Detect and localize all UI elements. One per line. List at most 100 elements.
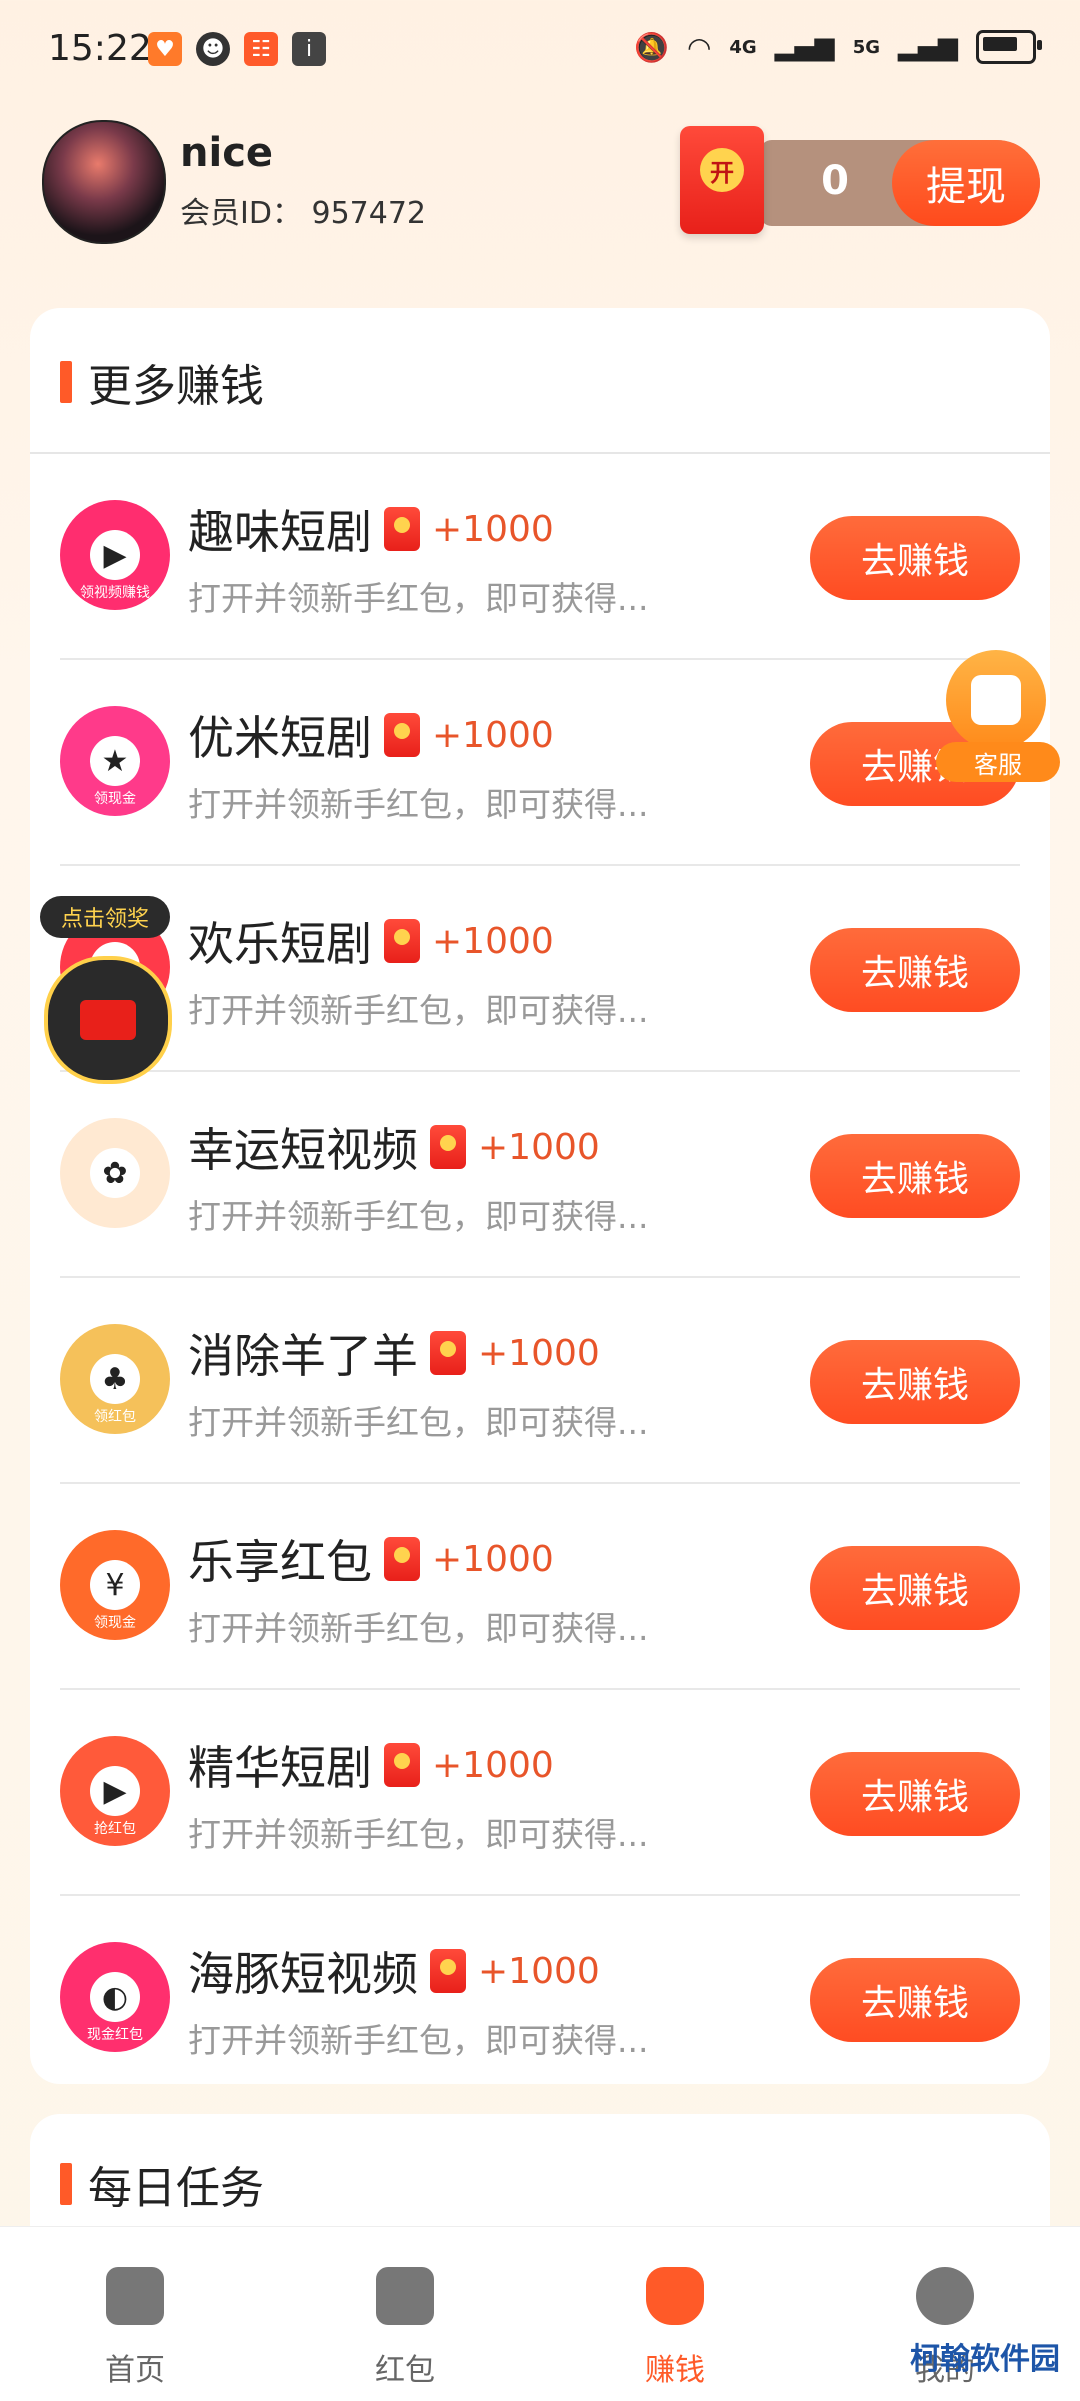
reward-amount: +1000 <box>432 1538 554 1580</box>
reward-amount: +1000 <box>432 714 554 756</box>
redpacket-badge-icon <box>384 713 420 757</box>
avatar[interactable] <box>42 120 166 244</box>
redpacket-badge-icon <box>384 919 420 963</box>
service-label: 客服 <box>936 742 1060 782</box>
floating-claim-reward[interactable]: 点击领奖 <box>40 896 172 1084</box>
app-description: 打开并领新手红包，即可获得... <box>188 579 649 618</box>
tab-label: 赚钱 <box>645 2353 705 2388</box>
earn-button[interactable]: 去赚钱 <box>810 1546 1020 1630</box>
signal-4g-label: 4G <box>729 36 757 58</box>
wallet-box: 0 提现 <box>760 140 1040 226</box>
tab-redpacket[interactable]: 红包 <box>270 2227 540 2401</box>
app-description: 打开并领新手红包，即可获得... <box>188 1197 649 1236</box>
earn-section-title: 更多赚钱 <box>88 361 264 412</box>
app-description: 打开并领新手红包，即可获得... <box>188 1403 649 1442</box>
tab-label: 首页 <box>105 2353 165 2388</box>
redpacket-badge-icon <box>430 1331 466 1375</box>
app-description: 打开并领新手红包，即可获得... <box>188 1609 649 1648</box>
claim-redpacket-icon[interactable] <box>44 956 172 1084</box>
title-accent-bar <box>60 2163 72 2205</box>
reward-amount: +1000 <box>478 1950 600 1992</box>
reward-amount: +1000 <box>432 508 554 550</box>
qq-icon: ☻ <box>196 32 230 66</box>
withdraw-button[interactable]: 提现 <box>892 140 1040 226</box>
app-ribbon-label: 领现金 <box>94 791 136 807</box>
redpacket-badge-icon <box>384 1743 420 1787</box>
app-glyph-icon: ◐ <box>90 1972 140 2022</box>
app-ribbon-label: 现金红包 <box>87 2027 143 2043</box>
app-notification-icon: ☷ <box>244 32 278 66</box>
reward-amount: +1000 <box>432 920 554 962</box>
signal-icon: ▂▄▆ <box>774 32 835 62</box>
claim-label: 点击领奖 <box>40 896 170 938</box>
tab-earn[interactable]: 赚钱 <box>540 2227 810 2401</box>
list-item: ▶ 抢红包 精华短剧 +1000 打开并领新手红包，即可获得... 去赚钱 <box>60 1690 1020 1896</box>
app-ribbon-label: 领视频赚钱 <box>80 585 150 601</box>
earn-button[interactable]: 去赚钱 <box>810 928 1020 1012</box>
earn-button[interactable]: 去赚钱 <box>810 1752 1020 1836</box>
app-name: 海豚短视频 <box>188 1947 418 2001</box>
redpacket-badge-icon <box>384 1537 420 1581</box>
profile-header: nice 会员ID： 957472 0 提现 开 <box>0 110 1080 290</box>
earn-button[interactable]: 去赚钱 <box>810 1958 1020 2042</box>
balance-value: 0 <box>821 158 849 204</box>
earn-button[interactable]: 去赚钱 <box>810 1134 1020 1218</box>
app-name-line: 幸运短视频 +1000 <box>188 1114 600 1180</box>
app-icon[interactable]: ▶ 抢红包 <box>60 1736 170 1846</box>
status-bar: 15:22 ♥ ☻ ☷ i 🔕 ◠ 4G ▂▄▆ 5G ▂▄▆ <box>0 0 1080 100</box>
app-description: 打开并领新手红包，即可获得... <box>188 991 649 1030</box>
redpacket-tab-icon <box>376 2267 434 2325</box>
app-notification-icon: ♥ <box>148 32 182 66</box>
reward-amount: +1000 <box>432 1744 554 1786</box>
app-description: 打开并领新手红包，即可获得... <box>188 785 649 824</box>
title-accent-bar <box>60 361 72 403</box>
app-name-line: 乐享红包 +1000 <box>188 1526 554 1592</box>
app-description: 打开并领新手红包，即可获得... <box>188 2021 649 2060</box>
app-ribbon-label: 领现金 <box>94 1615 136 1631</box>
app-glyph-icon: ▶ <box>90 530 140 580</box>
info-icon: i <box>292 32 326 66</box>
app-glyph-icon: ✿ <box>90 1148 140 1198</box>
app-name-line: 消除羊了羊 +1000 <box>188 1320 600 1386</box>
username: nice <box>180 130 274 176</box>
app-name: 消除羊了羊 <box>188 1329 418 1383</box>
customer-service-icon <box>946 650 1046 750</box>
list-item: ♣ 领红包 消除羊了羊 +1000 打开并领新手红包，即可获得... 去赚钱 <box>60 1278 1020 1484</box>
redpacket-badge-icon <box>430 1949 466 1993</box>
section-title: 更多赚钱 <box>60 350 264 414</box>
earn-list: ▶ 领视频赚钱 趣味短剧 +1000 打开并领新手红包，即可获得... 去赚钱 ★ 领现金 优米… <box>60 454 1020 2100</box>
watermark: 柯翰软件园 <box>910 2342 1060 2377</box>
app-ribbon-label: 抢红包 <box>94 1821 136 1837</box>
app-icon[interactable]: ¥ 领现金 <box>60 1530 170 1640</box>
earn-button[interactable]: 去赚钱 <box>810 1340 1020 1424</box>
redpacket-icon[interactable]: 开 <box>680 126 764 234</box>
redpacket-seal: 开 <box>700 148 744 192</box>
app-name: 优米短剧 <box>188 711 372 765</box>
battery-icon <box>976 30 1042 64</box>
app-glyph-icon: ♣ <box>90 1354 140 1404</box>
member-id-value: 957472 <box>311 196 427 231</box>
mute-icon: 🔕 <box>634 30 669 64</box>
reward-amount: +1000 <box>478 1332 600 1374</box>
app-icon[interactable]: ♣ 领红包 <box>60 1324 170 1434</box>
app-icon[interactable]: ◐ 现金红包 <box>60 1942 170 2052</box>
section-title: 每日任务 <box>60 2152 264 2216</box>
status-time: 15:22 <box>48 28 152 69</box>
daily-section-title: 每日任务 <box>88 2163 264 2214</box>
floating-customer-service[interactable]: 客服 <box>936 650 1060 790</box>
app-icon[interactable]: ★ 领现金 <box>60 706 170 816</box>
app-name-line: 欢乐短剧 +1000 <box>188 908 554 974</box>
earn-button[interactable]: 去赚钱 <box>810 516 1020 600</box>
signal-icon: ▂▄▆ <box>898 32 958 62</box>
tab-home[interactable]: 首页 <box>0 2227 270 2401</box>
member-id-label: 会员ID： <box>180 196 302 231</box>
app-icon[interactable]: ✿ <box>60 1118 170 1228</box>
money-bag-icon <box>646 2267 704 2325</box>
app-icon[interactable]: ▶ 领视频赚钱 <box>60 500 170 610</box>
app-name-line: 趣味短剧 +1000 <box>188 496 554 562</box>
redpacket-badge-icon <box>384 507 420 551</box>
home-icon <box>106 2267 164 2325</box>
list-item: ▶欢乐短剧+1000打开并领新手红包，即可获得...去赚钱 <box>60 866 1020 1072</box>
app-glyph-icon: ★ <box>90 736 140 786</box>
member-id: 会员ID： 957472 <box>180 188 426 232</box>
